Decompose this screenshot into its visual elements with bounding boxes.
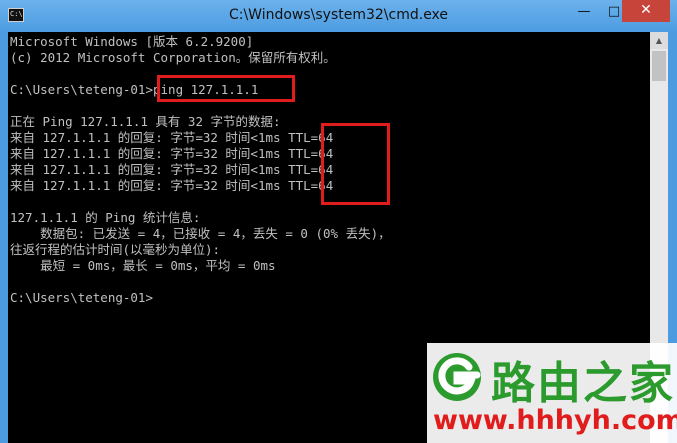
watermark-url: www.hhhyh.com (433, 405, 677, 436)
title-bar[interactable]: C:\ C:\Windows\system32\cmd.exe — □ ✕ (0, 0, 677, 32)
console-prompt: C:\Users\teteng-01> (10, 290, 153, 305)
scroll-up-arrow-icon[interactable]: ▲ (650, 32, 668, 49)
console-line: 127.1.1.1 的 Ping 统计信息: (10, 210, 201, 225)
scroll-thumb[interactable] (652, 51, 666, 81)
console-line: 数据包: 已发送 = 4，已接收 = 4，丢失 = 0 (0% 丢失)， (10, 226, 391, 241)
console-line: (c) 2012 Microsoft Corporation。保留所有权利。 (10, 50, 336, 65)
console-line: 正在 Ping 127.1.1.1 具有 32 字节的数据: (10, 114, 281, 129)
console-line: 往返行程的估计时间(以毫秒为单位): (10, 242, 221, 257)
watermark-brand: 路由之家 (491, 358, 675, 409)
cmd-window: C:\ C:\Windows\system32\cmd.exe — □ ✕ Mi… (0, 0, 677, 443)
watermark: 路由之家 www.hhhyh.com (427, 343, 677, 443)
console-line: 最短 = 0ms，最长 = 0ms，平均 = 0ms (10, 258, 276, 273)
console-line: 来自 127.1.1.1 的回复: 字节=32 时间<1ms TTL=64 (10, 146, 334, 161)
console-line: Microsoft Windows [版本 6.2.9200] (10, 34, 254, 49)
minimize-button[interactable]: — (570, 3, 598, 23)
console-line: 来自 127.1.1.1 的回复: 字节=32 时间<1ms TTL=64 (10, 162, 334, 177)
console-line: 来自 127.1.1.1 的回复: 字节=32 时间<1ms TTL=64 (10, 130, 334, 145)
router-logo-icon (433, 353, 481, 401)
highlight-ttl-values (321, 123, 390, 205)
close-button[interactable]: ✕ (622, 0, 670, 22)
highlight-ping-command (157, 75, 295, 102)
console-line: 来自 127.1.1.1 的回复: 字节=32 时间<1ms TTL=64 (10, 178, 334, 193)
